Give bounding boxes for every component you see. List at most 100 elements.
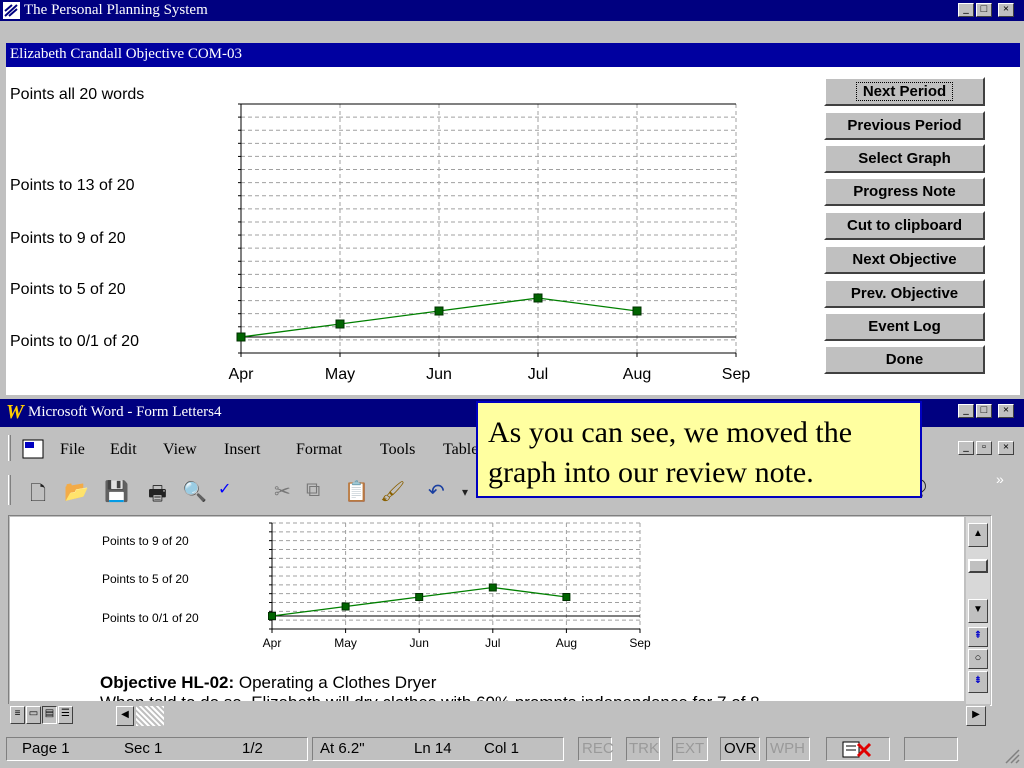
scroll-left-button[interactable]: ◀ — [116, 706, 134, 726]
word-maximize-button[interactable]: □ — [976, 404, 992, 418]
document-icon[interactable] — [22, 439, 44, 459]
scroll-down-button[interactable]: ▼ — [968, 599, 988, 623]
copy-icon[interactable]: ⧉ — [306, 479, 320, 502]
planning-body: Points all 20 words Points to 13 of 20 P… — [6, 67, 1020, 395]
format-painter-icon[interactable]: 🖌 — [380, 479, 405, 504]
select-graph-button[interactable]: Select Graph — [824, 144, 985, 173]
undo-dropdown-icon[interactable]: ▾ — [462, 485, 468, 499]
x-tick-label: May — [325, 366, 355, 383]
callout-note: As you can see, we moved the graph into … — [476, 401, 922, 498]
paste-icon[interactable]: 📋 — [344, 479, 369, 504]
scroll-track[interactable] — [136, 706, 164, 726]
status-ovr[interactable]: OVR — [724, 740, 757, 757]
planning-window-titlebar: The Personal Planning System _ □ × — [0, 0, 1024, 21]
data-point — [434, 306, 444, 316]
menu-grip — [8, 435, 11, 461]
data-point — [632, 306, 642, 316]
doc-minimize-button[interactable]: _ — [958, 441, 974, 455]
data-point — [236, 332, 246, 342]
x-tick-label: May — [334, 636, 357, 650]
word-minimize-button[interactable]: _ — [958, 404, 974, 418]
horizontal-scrollbar: ≡ ▭ ▤ ☰ ◀ ▶ — [8, 704, 990, 728]
maximize-button[interactable]: □ — [976, 3, 992, 17]
status-wph[interactable]: WPH — [770, 740, 805, 757]
next-period-button[interactable]: Next Period — [824, 77, 985, 106]
app-icon — [3, 2, 20, 19]
status-trk[interactable]: TRK — [629, 740, 659, 757]
scroll-up-button[interactable]: ▲ — [968, 523, 988, 547]
new-document-icon[interactable]: 🗋 — [30, 479, 46, 513]
menu-view[interactable]: View — [163, 441, 197, 459]
menu-format[interactable]: Format — [296, 441, 342, 459]
prev-objective-button[interactable]: Prev. Objective — [824, 279, 985, 308]
word-close-button[interactable]: × — [998, 404, 1014, 418]
more-buttons-icon[interactable]: » — [996, 471, 1004, 487]
status-section: Sec 1 — [124, 740, 163, 757]
undo-icon[interactable]: ↶ — [428, 479, 445, 504]
status-at: At 6.2" — [320, 740, 365, 757]
x-tick-label: Apr — [263, 636, 282, 650]
doc-close-button[interactable]: × — [998, 441, 1014, 455]
minimize-button[interactable]: _ — [958, 3, 974, 17]
status-page: Page 1 — [22, 740, 70, 757]
objective-text: Operating a Clothes Dryer — [234, 673, 437, 692]
print-preview-icon[interactable]: 🔍 — [182, 479, 207, 504]
objective-label: Objective HL-02: — [100, 673, 235, 692]
data-point — [335, 319, 345, 329]
document-area[interactable]: Points to 9 of 20 Points to 5 of 20 Poin… — [10, 517, 964, 701]
next-page-icon[interactable]: ⇟ — [968, 671, 988, 693]
previous-period-button[interactable]: Previous Period — [824, 111, 985, 140]
scroll-thumb[interactable] — [968, 559, 988, 573]
objective-description: When told to do so, Elizabeth will dry c… — [100, 693, 760, 701]
pasted-chart: Apr May Jun Jul Aug Sep — [263, 522, 651, 650]
x-tick-label: Aug — [623, 366, 651, 383]
status-line: Ln 14 — [414, 740, 452, 757]
event-log-button[interactable]: Event Log — [824, 312, 985, 341]
print-icon[interactable]: 🖶 — [148, 479, 167, 513]
data-point — [488, 583, 497, 592]
data-point — [562, 593, 571, 601]
spelling-status-icon[interactable] — [840, 740, 876, 760]
data-point — [533, 293, 543, 303]
status-ext[interactable]: EXT — [675, 740, 704, 757]
menu-insert[interactable]: Insert — [224, 441, 260, 459]
x-tick-label: Jul — [485, 636, 500, 650]
menu-table[interactable]: Table — [443, 441, 478, 459]
resize-grip-icon[interactable] — [1002, 746, 1020, 764]
x-tick-label: Sep — [629, 636, 651, 650]
previous-page-icon[interactable]: ⇞ — [968, 627, 988, 647]
select-browse-object-icon[interactable]: ○ — [968, 649, 988, 669]
x-tick-label: Jun — [426, 366, 452, 383]
cut-icon[interactable]: ✂ — [274, 479, 291, 504]
x-tick-label: Sep — [722, 366, 751, 383]
progress-note-button[interactable]: Progress Note — [824, 177, 985, 206]
cut-to-clipboard-button[interactable]: Cut to clipboard — [824, 211, 985, 240]
normal-view-icon[interactable]: ≡ — [10, 706, 25, 724]
data-point — [341, 602, 350, 611]
web-layout-icon[interactable]: ▭ — [26, 706, 41, 724]
x-tick-label: Apr — [229, 366, 255, 383]
menu-tools[interactable]: Tools — [380, 441, 415, 459]
close-button[interactable]: × — [998, 3, 1014, 17]
open-folder-icon[interactable]: 📂 — [64, 479, 89, 504]
vertical-scrollbar[interactable]: ▲ ▼ ⇞ ○ ⇟ — [966, 517, 990, 704]
menu-file[interactable]: File — [60, 441, 85, 459]
x-tick-label: Jul — [528, 366, 548, 383]
window-title: The Personal Planning System — [24, 2, 208, 18]
toolbar-grip — [8, 475, 11, 505]
scroll-right-button[interactable]: ▶ — [966, 706, 986, 726]
word-app-icon: W — [6, 401, 24, 423]
doc-restore-button[interactable]: ▫ — [976, 441, 992, 455]
print-layout-icon[interactable]: ▤ — [42, 706, 57, 724]
status-rec[interactable]: REC — [582, 740, 614, 757]
status-page-count: 1/2 — [242, 740, 263, 757]
progress-chart[interactable]: Apr May Jun Jul Aug Sep — [6, 67, 806, 395]
menu-edit[interactable]: Edit — [110, 441, 137, 459]
outline-view-icon[interactable]: ☰ — [58, 706, 73, 724]
next-objective-button[interactable]: Next Objective — [824, 245, 985, 274]
spelling-icon[interactable]: ✓ — [218, 479, 231, 499]
save-icon[interactable]: 💾 — [104, 479, 129, 504]
done-button[interactable]: Done — [824, 345, 985, 374]
objective-line: Objective HL-02: Operating a Clothes Dry… — [100, 673, 436, 693]
data-point — [268, 612, 276, 620]
